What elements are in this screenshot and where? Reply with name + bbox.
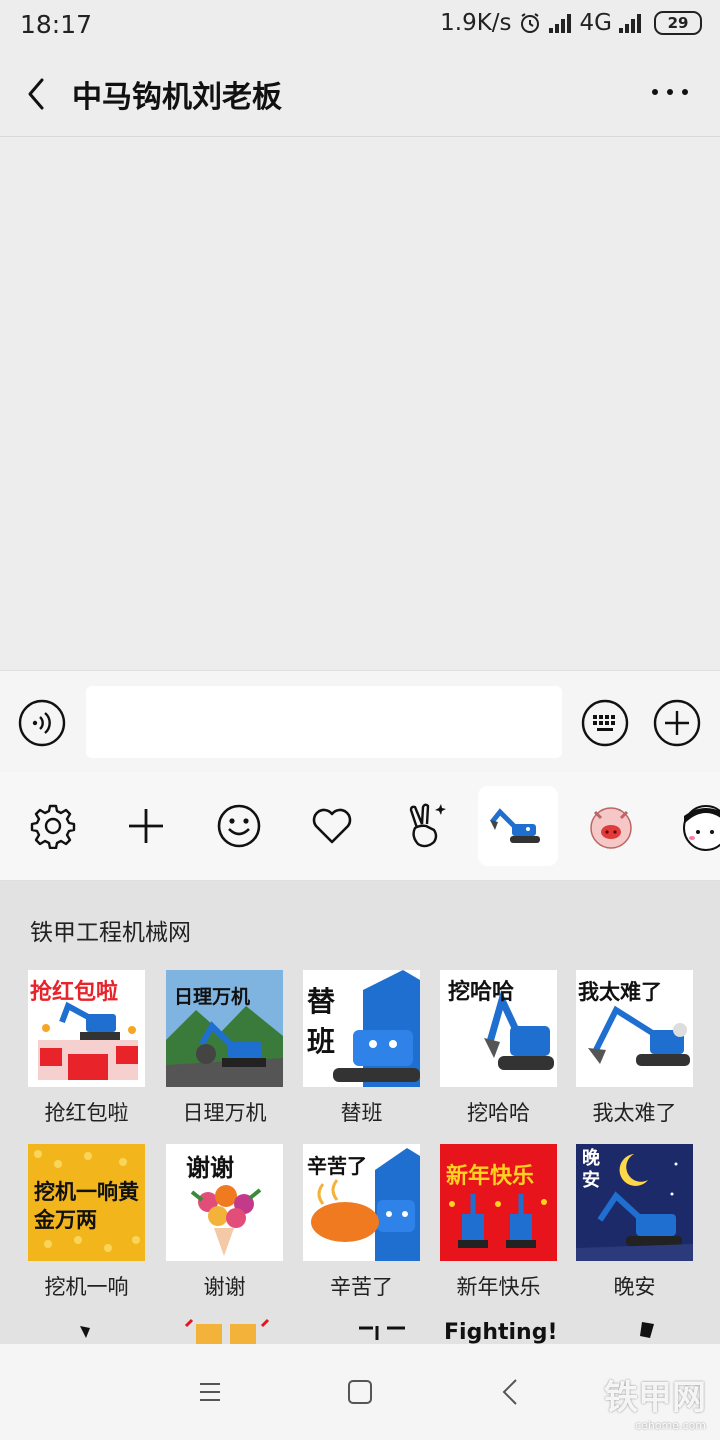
sticker-label: 抢红包啦 [44,1101,129,1125]
tab-pig-pack[interactable] [571,786,651,866]
voice-input-icon[interactable] [18,699,66,747]
sticker-item[interactable] [576,1318,693,1344]
sticker-item[interactable]: 抢红包啦 抢红包啦 [28,970,145,1127]
tab-settings[interactable] [13,786,93,866]
signal-icon [548,14,571,33]
status-time: 18:17 [20,10,93,39]
sticker-item[interactable] [303,1318,420,1344]
sticker-image [576,1318,693,1344]
sticker-caption: 晚安 [582,1148,600,1191]
sticker-image [166,1318,283,1344]
sticker-caption: Fighting! [444,1320,557,1344]
keyboard-icon[interactable] [581,699,629,747]
sticker-item[interactable] [28,1318,145,1344]
sticker-image: 抢红包啦 [28,970,145,1087]
sticker-item[interactable]: 谢谢 谢谢 [166,1144,283,1301]
cartoon-girl-sticker-pack-icon [683,805,720,851]
sticker-image: 辛苦了 [303,1144,420,1261]
sticker-image: 新年快乐 [440,1144,557,1261]
home-icon[interactable] [342,1374,378,1410]
sticker-item[interactable]: 辛苦了 辛苦了 [303,1144,420,1301]
sticker-image: 挖机一响黄金万两 [28,1144,145,1261]
back-arrow-icon[interactable] [22,76,52,112]
excavator-sticker-pack-icon [490,808,540,843]
message-input[interactable] [86,686,562,758]
alarm-icon [520,13,539,33]
add-more-icon[interactable] [653,699,701,747]
sticker-image [303,1318,420,1344]
sticker-item[interactable]: 新年快乐 新年快乐 [440,1144,557,1301]
sticker-pack-name: 铁甲工程机械网 [30,920,191,946]
chat-title: 中马钩机刘老板 [72,80,282,115]
sticker-label: 日理万机 [182,1101,267,1125]
battery-icon: 29 [654,11,702,35]
status-indicators: 1.9K/s 4G 29 [440,10,702,36]
watermark-sub: cehome.com [635,1419,706,1432]
sticker-image: 谢谢 [166,1144,283,1261]
message-list[interactable] [0,137,720,670]
sticker-image: 我太难了 [576,970,693,1087]
signal-icon-2 [619,14,641,33]
status-bar: 18:17 1.9K/s 4G 29 [0,0,720,52]
input-bar [0,670,720,773]
victory-hand-icon [409,803,446,848]
watermark: 铁甲网 cehome.com [604,1370,706,1432]
sticker-item[interactable]: 晚安 晚安 [576,1144,693,1301]
sticker-label: 替班 [340,1101,383,1125]
smiley-icon [217,804,261,848]
tab-gestures[interactable] [385,786,465,866]
sticker-caption: 日理万机 [174,986,251,1008]
sticker-item[interactable]: 我太难了 我太难了 [576,970,693,1127]
sticker-image: 替班 [303,970,420,1087]
sticker-caption: 新年快乐 [446,1164,535,1189]
sticker-label: 谢谢 [203,1275,246,1299]
sticker-caption: 抢红包啦 [30,980,119,1005]
sticker-image: 日理万机 [166,970,283,1087]
sticker-item[interactable]: 替班 替班 [303,970,420,1127]
chat-header: 中马钩机刘老板 [0,52,720,137]
sticker-item[interactable]: 挖哈哈 挖哈哈 [440,970,557,1127]
sticker-image: 晚安 [576,1144,693,1261]
menu-icon[interactable] [192,1374,228,1410]
more-options-icon[interactable] [650,86,690,98]
sticker-item[interactable]: Fighting! [440,1318,557,1344]
back-nav-icon[interactable] [494,1374,530,1410]
sticker-label: 挖机一响 [44,1275,129,1299]
tab-add[interactable] [106,786,186,866]
gear-icon [30,804,76,849]
sticker-image: 挖哈哈 [440,970,557,1087]
sticker-caption: 辛苦了 [307,1154,367,1178]
sticker-label: 挖哈哈 [467,1101,530,1125]
tab-excavator-pack[interactable] [478,786,558,866]
pig-sticker-pack-icon [590,807,632,849]
plus-icon [129,809,163,843]
sticker-label: 新年快乐 [456,1275,541,1299]
sticker-item[interactable]: 挖机一响黄金万两 挖机一响 [28,1144,145,1301]
sticker-image: Fighting! [440,1318,557,1344]
sticker-caption: 谢谢 [186,1154,234,1182]
network-speed: 1.9K/s [440,10,512,36]
sticker-caption: 挖哈哈 [448,980,515,1005]
watermark-text: 铁甲网 [604,1378,706,1418]
tab-favorites[interactable] [292,786,372,866]
heart-icon [312,808,352,844]
sticker-label: 我太难了 [592,1101,677,1125]
network-type: 4G [579,10,612,36]
sticker-item[interactable] [166,1318,283,1344]
sticker-image [28,1318,145,1344]
sticker-label: 辛苦了 [330,1275,393,1299]
sticker-caption: 挖机一响黄金万两 [34,1180,139,1232]
sticker-label: 晚安 [613,1275,656,1299]
sticker-item[interactable]: 日理万机 日理万机 [166,970,283,1127]
tab-emoji[interactable] [199,786,279,866]
sticker-caption: 替班 [307,985,336,1058]
tab-girl-pack[interactable] [664,786,720,866]
emoji-tab-bar [0,772,720,881]
sticker-caption: 我太难了 [578,980,662,1004]
sticker-panel: 铁甲工程机械网 抢红包啦 抢红包啦 日理万机 日理万机 替班 替班 挖哈哈 挖哈… [0,881,720,1344]
